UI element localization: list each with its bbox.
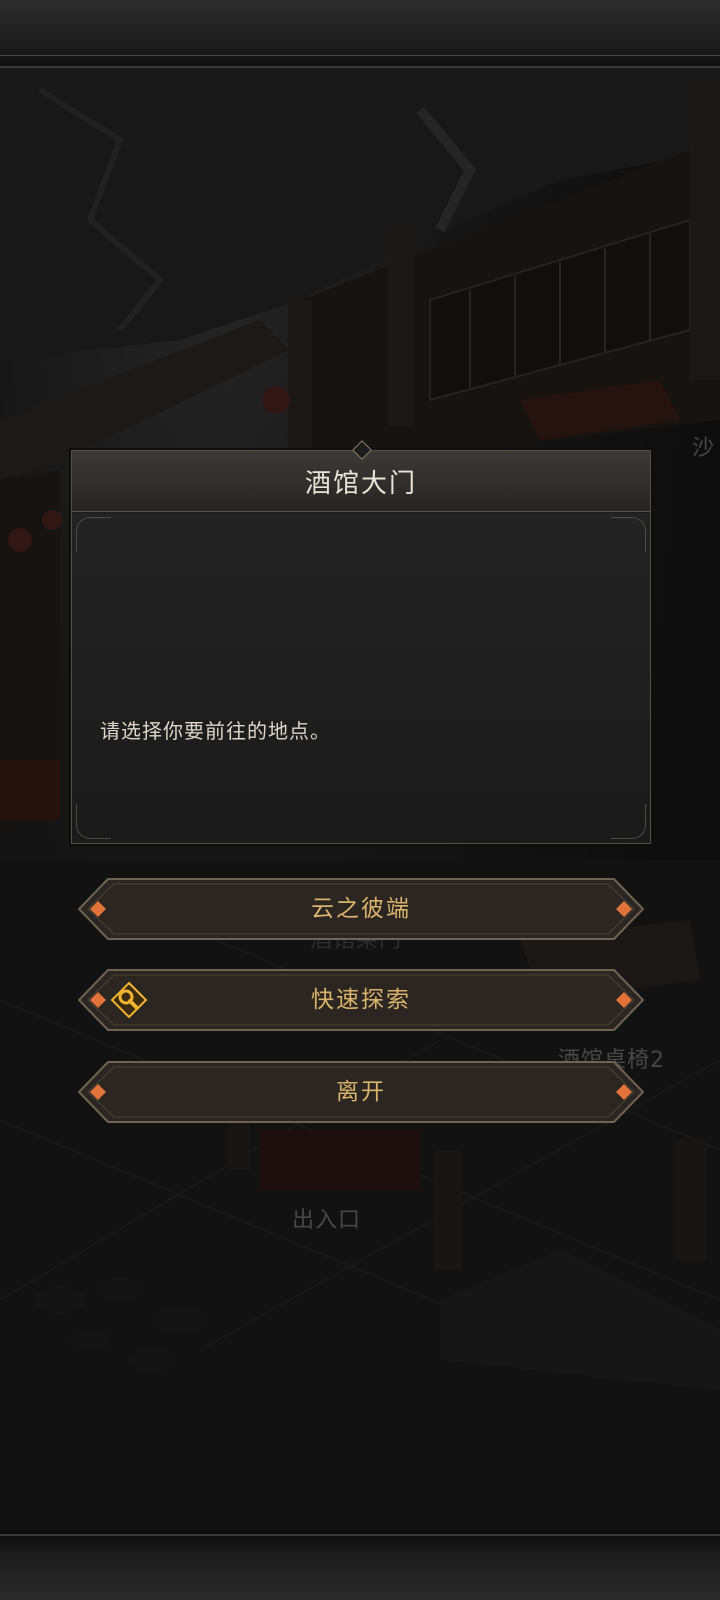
corner-ornament-icon: [76, 804, 111, 839]
dialog-header: 酒馆大门: [72, 440, 650, 512]
option-button-leave[interactable]: 离开: [78, 1061, 644, 1123]
option-label: 云之彼端: [311, 896, 411, 922]
option-button-quick-explore[interactable]: 快速探索: [78, 969, 644, 1031]
dialog-title: 酒馆大门: [304, 468, 417, 499]
option-label: 快速探索: [311, 987, 411, 1013]
dialog-body: 请选择你要前往的地点。: [72, 513, 650, 843]
dialog-message: 请选择你要前往的地点。: [100, 719, 331, 743]
corner-ornament-icon: [611, 804, 646, 839]
corner-ornament-icon: [611, 517, 646, 552]
corner-ornament-icon: [76, 517, 111, 552]
location-dialog: 酒馆大门 请选择你要前往的地点。: [71, 440, 651, 844]
bottom-frame: [0, 1534, 720, 1600]
option-label: 离开: [336, 1079, 386, 1105]
option-button-cloud-end[interactable]: 云之彼端: [78, 878, 644, 940]
top-frame: [0, 0, 720, 68]
